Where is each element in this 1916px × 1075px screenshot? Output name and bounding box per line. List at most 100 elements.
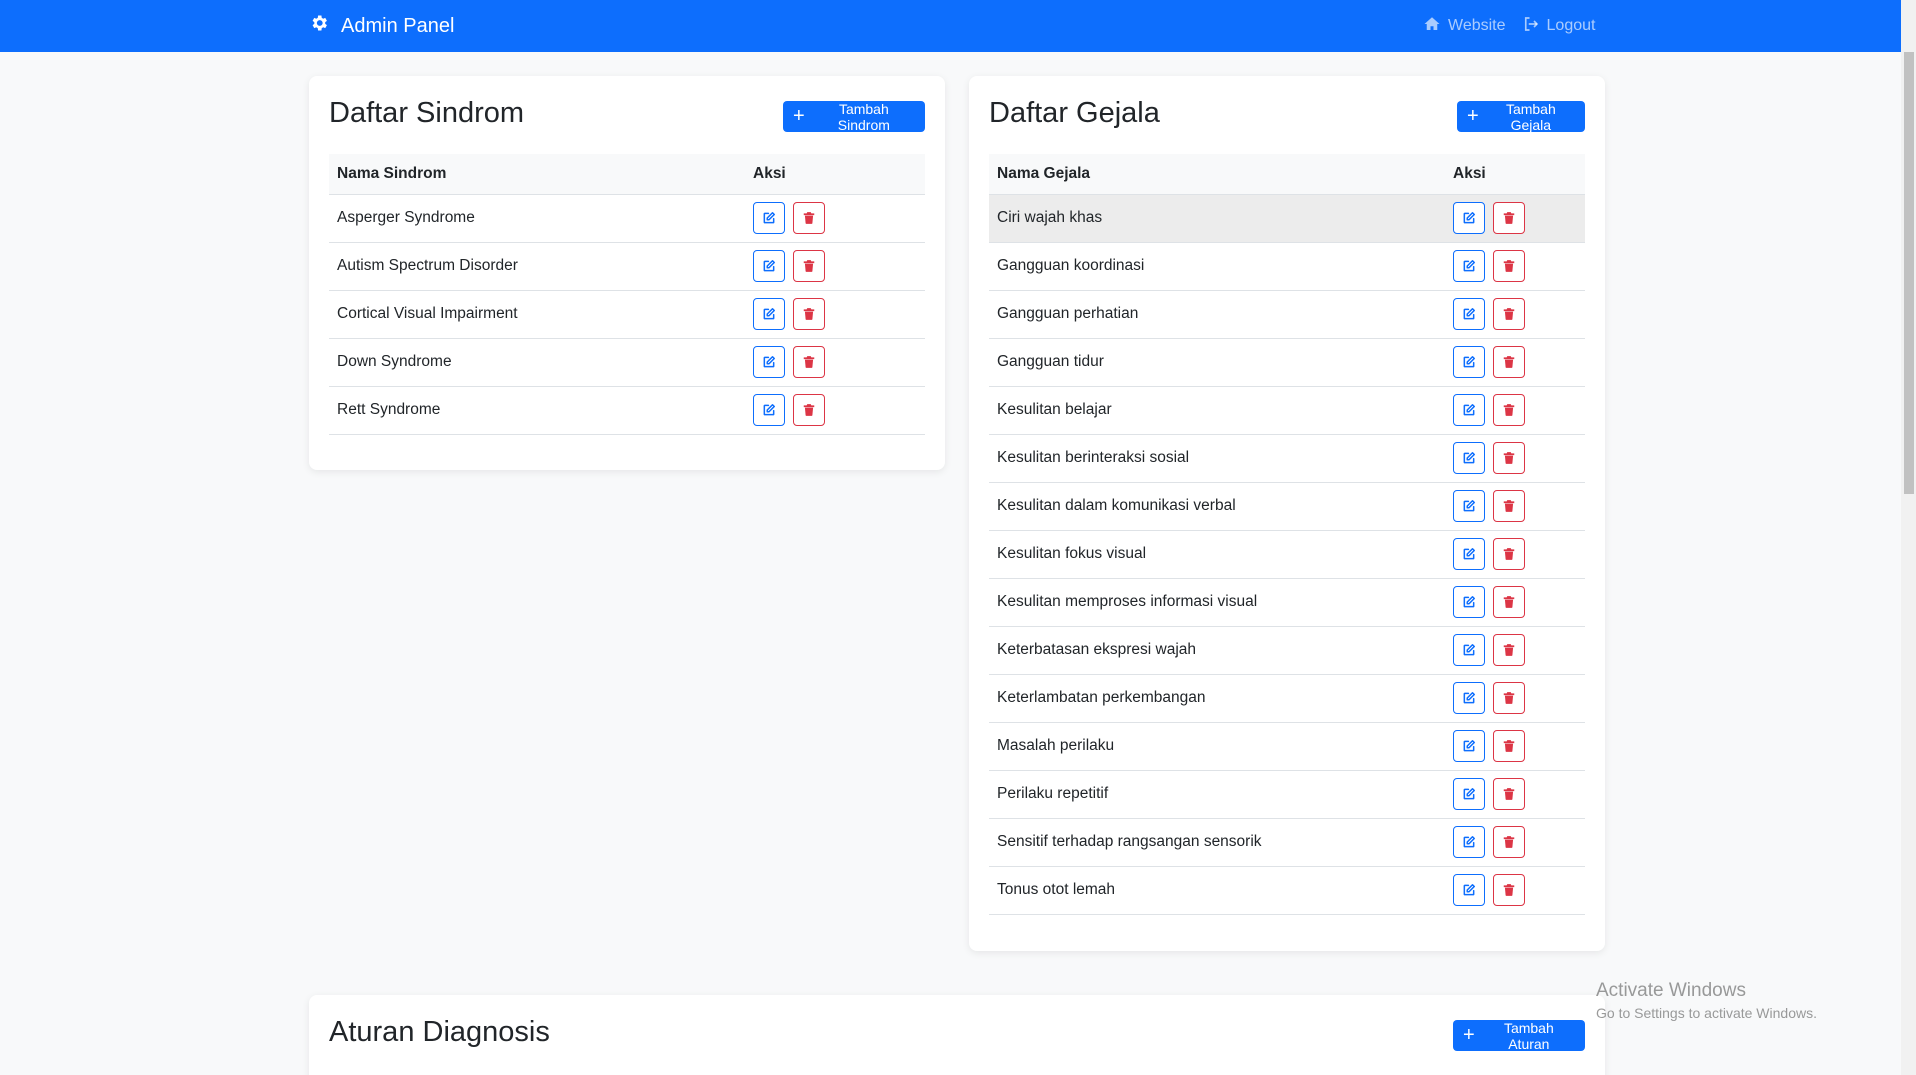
delete-button[interactable]	[1493, 346, 1525, 378]
edit-button[interactable]	[753, 298, 785, 330]
edit-icon	[1462, 691, 1476, 705]
table-row: Kesulitan memproses informasi visual	[989, 578, 1585, 627]
trash-icon	[1502, 595, 1516, 609]
edit-button[interactable]	[1453, 442, 1485, 474]
edit-button[interactable]	[1453, 346, 1485, 378]
scrollbar-thumb[interactable]	[1904, 52, 1914, 494]
edit-button[interactable]	[1453, 682, 1485, 714]
edit-button[interactable]	[753, 394, 785, 426]
edit-button[interactable]	[1453, 826, 1485, 858]
edit-button[interactable]	[1453, 634, 1485, 666]
add-sindrom-label: Tambah Sindrom	[837, 100, 890, 133]
row-actions	[1445, 434, 1585, 483]
row-actions	[745, 194, 925, 243]
row-name: Kesulitan berinteraksi sosial	[989, 434, 1445, 483]
delete-button[interactable]	[793, 394, 825, 426]
edit-button[interactable]	[753, 250, 785, 282]
delete-button[interactable]	[1493, 442, 1525, 474]
delete-button[interactable]	[1493, 538, 1525, 570]
row-name: Kesulitan memproses informasi visual	[989, 578, 1445, 627]
col-aksi: Aksi	[1445, 154, 1585, 195]
delete-button[interactable]	[793, 346, 825, 378]
col-nama-gejala: Nama Gejala	[989, 154, 1445, 195]
plus-icon: +	[793, 104, 805, 127]
home-icon	[1423, 15, 1441, 38]
add-aturan-button[interactable]: + Tambah Aturan	[1453, 1019, 1585, 1052]
row-actions	[1445, 338, 1585, 387]
row-actions	[745, 290, 925, 339]
delete-button[interactable]	[1493, 298, 1525, 330]
row-name: Sensitif terhadap rangsangan sensorik	[989, 818, 1445, 867]
add-sindrom-button[interactable]: + Tambah Sindrom	[783, 100, 925, 133]
row-name: Keterlambatan perkembangan	[989, 674, 1445, 723]
edit-icon	[1462, 403, 1476, 417]
delete-button[interactable]	[1493, 250, 1525, 282]
edit-icon	[1462, 883, 1476, 897]
edit-button[interactable]	[1453, 490, 1485, 522]
edit-icon	[1462, 739, 1476, 753]
brand[interactable]: Admin Panel	[309, 0, 454, 52]
top-navbar: Admin Panel Website Logout	[0, 0, 1901, 52]
trash-icon	[802, 355, 816, 369]
row-actions	[1445, 386, 1585, 435]
row-name: Kesulitan dalam komunikasi verbal	[989, 482, 1445, 531]
edit-icon	[1462, 547, 1476, 561]
table-row: Gangguan koordinasi	[989, 242, 1585, 291]
table-row: Masalah perilaku	[989, 722, 1585, 771]
delete-button[interactable]	[1493, 682, 1525, 714]
delete-button[interactable]	[793, 250, 825, 282]
edit-button[interactable]	[753, 202, 785, 234]
page-scrollbar[interactable]	[1901, 0, 1916, 1075]
edit-button[interactable]	[753, 346, 785, 378]
trash-icon	[802, 307, 816, 321]
row-actions	[1445, 482, 1585, 531]
logout-label: Logout	[1546, 17, 1596, 34]
gejala-title: Daftar Gejala	[989, 97, 1160, 129]
edit-icon	[1462, 643, 1476, 657]
delete-button[interactable]	[793, 202, 825, 234]
delete-button[interactable]	[793, 298, 825, 330]
logout-link[interactable]: Logout	[1522, 15, 1596, 38]
row-actions	[1445, 242, 1585, 291]
website-label: Website	[1448, 17, 1506, 34]
website-link[interactable]: Website	[1423, 15, 1506, 38]
add-aturan-label: Tambah Aturan	[1503, 1019, 1554, 1052]
edit-button[interactable]	[1453, 394, 1485, 426]
trash-icon	[1502, 835, 1516, 849]
delete-button[interactable]	[1493, 826, 1525, 858]
edit-button[interactable]	[1453, 298, 1485, 330]
row-name: Autism Spectrum Disorder	[329, 242, 745, 291]
add-gejala-button[interactable]: + Tambah Gejala	[1457, 101, 1585, 133]
delete-button[interactable]	[1493, 394, 1525, 426]
row-actions	[745, 242, 925, 291]
table-row: Keterlambatan perkembangan	[989, 674, 1585, 723]
edit-button[interactable]	[1453, 250, 1485, 282]
delete-button[interactable]	[1493, 490, 1525, 522]
edit-button[interactable]	[1453, 778, 1485, 810]
edit-button[interactable]	[1453, 538, 1485, 570]
delete-button[interactable]	[1493, 586, 1525, 618]
plus-icon: +	[1467, 104, 1479, 127]
trash-icon	[1502, 211, 1516, 225]
row-name: Gangguan tidur	[989, 338, 1445, 387]
row-name: Keterbatasan ekspresi wajah	[989, 626, 1445, 675]
sindrom-title: Daftar Sindrom	[329, 97, 525, 129]
delete-button[interactable]	[1493, 202, 1525, 234]
row-actions	[1445, 818, 1585, 867]
row-name: Rett Syndrome	[329, 386, 745, 435]
delete-button[interactable]	[1493, 874, 1525, 906]
edit-button[interactable]	[1453, 730, 1485, 762]
edit-button[interactable]	[1453, 586, 1485, 618]
edit-icon	[1462, 787, 1476, 801]
edit-icon	[1462, 499, 1476, 513]
delete-button[interactable]	[1493, 730, 1525, 762]
row-actions	[1445, 194, 1585, 243]
row-name: Down Syndrome	[329, 338, 745, 387]
delete-button[interactable]	[1493, 778, 1525, 810]
table-row: Down Syndrome	[329, 338, 925, 387]
edit-button[interactable]	[1453, 874, 1485, 906]
delete-button[interactable]	[1493, 634, 1525, 666]
edit-button[interactable]	[1453, 202, 1485, 234]
edit-icon	[762, 355, 776, 369]
gear-icon	[309, 13, 329, 39]
